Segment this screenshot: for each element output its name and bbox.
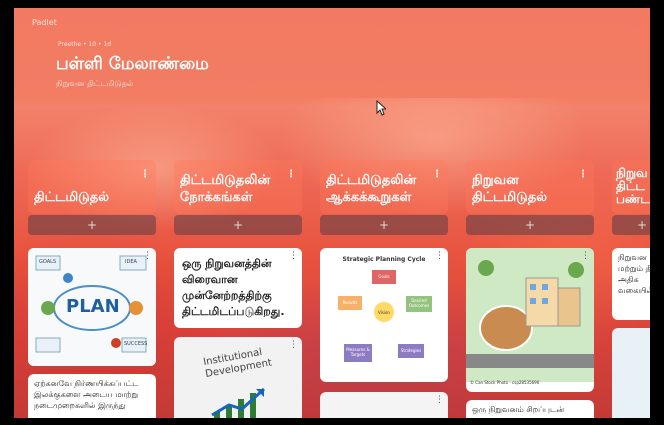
column-header: திட்டமிடுதலின் ஆக்கக்கூறுகள் ⋮	[320, 160, 448, 214]
add-post-button[interactable]: +	[466, 215, 594, 235]
mouse-cursor-icon	[376, 100, 386, 116]
node-vision: Vision	[378, 310, 390, 315]
post-menu-icon[interactable]: ⋮	[435, 395, 444, 405]
app-brand[interactable]: Padlet	[32, 18, 57, 27]
column-institutional-planning: நிறுவன திட்டமிடுதல் ⋮ + © Can Stock Phot…	[466, 160, 594, 418]
add-post-button[interactable]: +	[28, 215, 156, 235]
board-subtitle: நிறுவன திட்டமிடுதல்	[56, 79, 134, 88]
padlet-board: Padlet Preethe • 10 • 1d பள்ளி மேலாண்மை …	[14, 8, 650, 418]
post-card-partial-image[interactable]	[612, 328, 650, 418]
column-title: நிறுவ திட்ட பண்ட	[616, 166, 650, 206]
post-card-partial[interactable]: ⋮	[320, 392, 448, 418]
post-menu-icon[interactable]: ⋮	[581, 251, 590, 261]
board-meta: Preethe • 10 • 1d	[58, 41, 112, 48]
post-card-planning-cycle[interactable]: Strategic Planning Cycle Goals Results V…	[320, 248, 448, 382]
post-card-partial-text[interactable]: நிறுவன மற்றும் திட்ட அதிக வகையில்	[612, 248, 650, 320]
post-menu-icon[interactable]: ⋮	[143, 251, 152, 261]
post-text: ஒரு நிறுவனம் சிறப்புடன்	[472, 405, 565, 414]
column-header: திட்டமிடுதலின் நோக்கங்கள் ⋮	[174, 160, 302, 214]
add-post-button[interactable]: +	[612, 215, 650, 235]
node-outcomes: Desired Outcomes	[408, 298, 430, 308]
post-text: ஒரு நிறுவனத்தின் விரைவான முன்னேற்றத்திற்…	[182, 257, 285, 318]
column-menu-icon[interactable]: ⋮	[578, 166, 588, 183]
column-objectives: திட்டமிடுதலின் நோக்கங்கள் ⋮ + ஒரு நிறுவன…	[174, 160, 302, 418]
post-text: நிறுவன மற்றும் திட்ட அதிக வகையில்	[618, 253, 650, 295]
post-card-school-image[interactable]: © Can Stock Photo - csp28535696 ⋮	[466, 248, 594, 392]
column-title: திட்டமிடுதல்	[34, 190, 110, 205]
idea-word: IDEA	[125, 259, 137, 265]
plan-word: PLAN	[66, 296, 120, 317]
add-post-button[interactable]: +	[174, 215, 302, 235]
node-measures: Measures & Targets	[346, 347, 370, 357]
post-text: ஏற்கனவே நிர்ணயிக்கப்பட்ட இலக்குகளை அடைய …	[34, 379, 139, 410]
column-menu-icon[interactable]: ⋮	[140, 166, 150, 183]
school-illustration	[466, 248, 594, 382]
column-menu-icon[interactable]: ⋮	[432, 166, 442, 183]
node-results: Results	[342, 300, 358, 305]
add-post-button[interactable]: +	[320, 215, 448, 235]
post-card-plan-caption[interactable]: ஏற்கனவே நிர்ணயிக்கப்பட்ட இலக்குகளை அடைய …	[28, 374, 156, 418]
board-title: பள்ளி மேலாண்மை	[56, 54, 209, 74]
column-menu-icon[interactable]: ⋮	[286, 166, 296, 183]
node-goals: Goals	[378, 274, 390, 279]
post-card-plan-image[interactable]: PLAN GOALS IDEA SUCCESS ⋮	[28, 248, 156, 366]
column-title: நிறுவன திட்டமிடுதல்	[472, 173, 548, 205]
post-card-school-text[interactable]: ஒரு நிறுவனம் சிறப்புடன்	[466, 400, 594, 418]
column-partial: நிறுவ திட்ட பண்ட + நிறுவன மற்றும் திட்ட …	[612, 160, 650, 418]
column-title: திட்டமிடுதலின் நோக்கங்கள்	[180, 173, 271, 205]
growth-chart-icon	[211, 387, 266, 418]
column-header: நிறுவ திட்ட பண்ட	[612, 160, 650, 214]
post-card-objective[interactable]: ஒரு நிறுவனத்தின் விரைவான முன்னேற்றத்திற்…	[174, 248, 302, 328]
column-header: திட்டமிடுதல் ⋮	[28, 160, 156, 214]
screen-frame: Padlet Preethe • 10 • 1d பள்ளி மேலாண்மை …	[0, 0, 664, 425]
column-header: நிறுவன திட்டமிடுதல் ⋮	[466, 160, 594, 214]
post-menu-icon[interactable]: ⋮	[289, 251, 298, 261]
node-strategies: Strategies	[400, 348, 422, 353]
post-menu-icon[interactable]: ⋮	[289, 340, 298, 350]
goals-word: GOALS	[39, 259, 57, 265]
post-card-institutional[interactable]: Institutional Development ⋮	[174, 337, 302, 418]
post-menu-icon[interactable]: ⋮	[435, 251, 444, 261]
column-components: திட்டமிடுதலின் ஆக்கக்கூறுகள் ⋮ + Strateg…	[320, 160, 448, 418]
image-credit: © Can Stock Photo - csp28535696	[470, 380, 540, 385]
cycle-diagram	[338, 270, 432, 362]
column-title: திட்டமிடுதலின் ஆக்கக்கூறுகள்	[326, 173, 417, 205]
column-planning: திட்டமிடுதல் ⋮ + PLAN GOALS IDEA SUCCESS…	[28, 160, 156, 418]
success-word: SUCCESS	[124, 341, 148, 347]
